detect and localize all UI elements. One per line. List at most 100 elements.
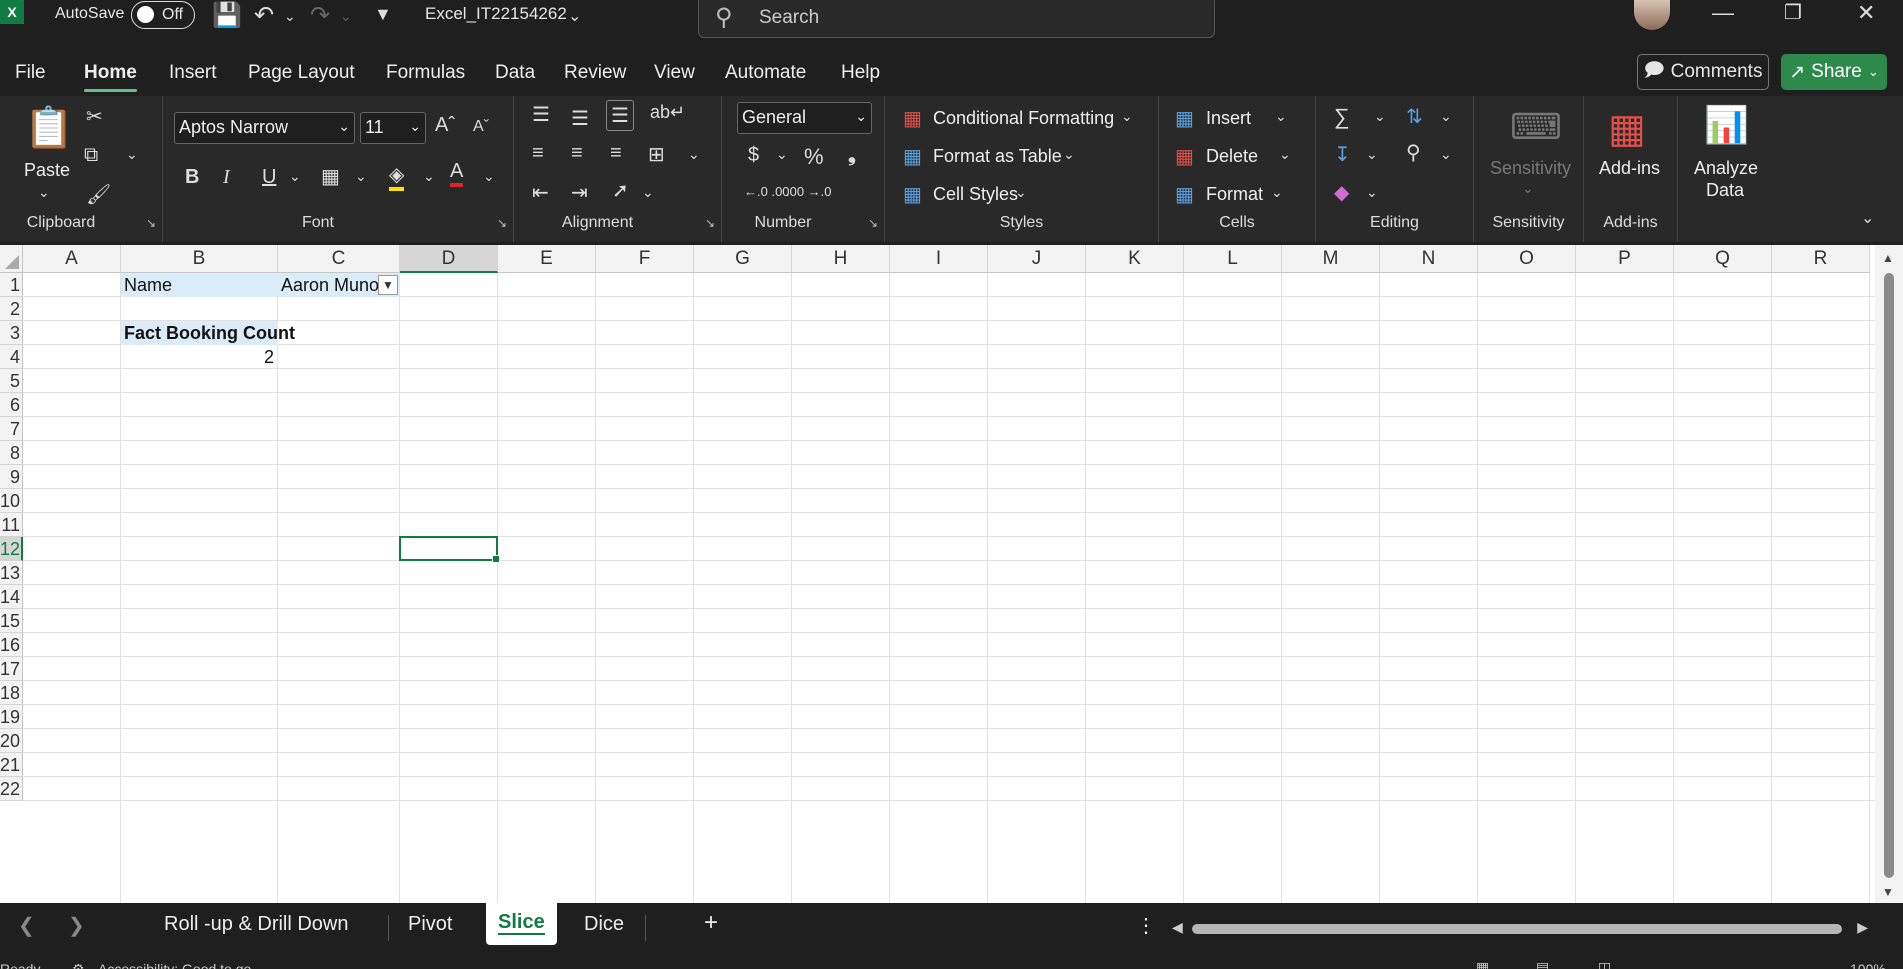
sort-filter-dropdown-icon[interactable]: ⌄ bbox=[1440, 108, 1452, 125]
fill-color-icon[interactable]: ◈ bbox=[389, 162, 405, 191]
percent-button[interactable]: % bbox=[804, 144, 824, 170]
column-header-l[interactable]: L bbox=[1184, 245, 1282, 273]
italic-button[interactable]: I bbox=[223, 166, 230, 189]
menu-view[interactable]: View bbox=[654, 62, 695, 84]
currency-button[interactable]: $ bbox=[748, 144, 759, 167]
delete-cells-button[interactable]: Delete bbox=[1206, 146, 1258, 167]
format-painter-icon[interactable]: 🖌 bbox=[86, 182, 111, 207]
select-all-button[interactable] bbox=[0, 245, 23, 273]
column-header-m[interactable]: M bbox=[1282, 245, 1380, 273]
currency-dropdown-icon[interactable]: ⌄ bbox=[776, 146, 788, 163]
avatar[interactable] bbox=[1634, 0, 1670, 30]
row-header-13[interactable]: 13 bbox=[0, 561, 23, 585]
horizontal-scrollbar[interactable]: ◀ ▶ bbox=[1170, 919, 1870, 937]
worksheet-grid[interactable]: ABCDEFGHIJKLMNOPQR 1 2 3 4 5 6 7 8 9 10 11 12 13 14 15… bbox=[0, 245, 1903, 903]
conditional-formatting-button[interactable]: Conditional Formatting bbox=[933, 108, 1114, 129]
row-header-9[interactable]: 9 bbox=[0, 465, 23, 489]
scroll-up-icon[interactable]: ▲ bbox=[1882, 251, 1894, 265]
accessibility-icon[interactable]: ⚙ bbox=[72, 961, 85, 969]
tab-slice[interactable]: Slice bbox=[486, 903, 557, 945]
row-header-22[interactable]: 22 bbox=[0, 777, 23, 801]
dialog-launcher-icon[interactable]: ↘ bbox=[868, 216, 878, 230]
normal-view-icon[interactable]: ▦ bbox=[1476, 959, 1489, 969]
analyze-data-line2[interactable]: Data bbox=[1706, 180, 1744, 201]
chevron-down-icon[interactable]: ⌄ bbox=[1121, 108, 1133, 125]
clear-icon[interactable]: ◆ bbox=[1334, 180, 1349, 205]
row-header-17[interactable]: 17 bbox=[0, 657, 23, 681]
row-header-16[interactable]: 16 bbox=[0, 633, 23, 657]
row-header-15[interactable]: 15 bbox=[0, 609, 23, 633]
dialog-launcher-icon[interactable]: ↘ bbox=[146, 216, 156, 230]
column-header-e[interactable]: E bbox=[498, 245, 596, 273]
minimize-icon[interactable]: — bbox=[1712, 0, 1734, 26]
find-select-dropdown-icon[interactable]: ⌄ bbox=[1440, 146, 1452, 163]
menu-page-layout[interactable]: Page Layout bbox=[248, 62, 355, 84]
borders-icon[interactable]: ▦ bbox=[321, 164, 340, 189]
share-button[interactable]: ↗ Share ⌄ bbox=[1781, 54, 1887, 90]
increase-font-icon[interactable]: Aˆ bbox=[435, 114, 455, 137]
vertical-scrollbar[interactable]: ▲ ▼ bbox=[1875, 245, 1903, 903]
clear-dropdown-icon[interactable]: ⌄ bbox=[1366, 184, 1378, 201]
row-header-4[interactable]: 4 bbox=[0, 345, 23, 369]
row-header-12[interactable]: 12 bbox=[0, 537, 23, 561]
column-header-r[interactable]: R bbox=[1772, 245, 1870, 273]
column-header-i[interactable]: I bbox=[890, 245, 988, 273]
column-header-j[interactable]: J bbox=[988, 245, 1086, 273]
column-header-p[interactable]: P bbox=[1576, 245, 1674, 273]
column-header-o[interactable]: O bbox=[1478, 245, 1576, 273]
fill-icon[interactable]: ↧ bbox=[1334, 142, 1351, 167]
customize-toolbar-icon[interactable]: ▼ bbox=[374, 4, 392, 25]
undo-icon[interactable]: ↶ bbox=[254, 1, 274, 30]
analyze-data-line1[interactable]: Analyze bbox=[1694, 158, 1758, 179]
menu-review[interactable]: Review bbox=[564, 62, 626, 84]
find-select-icon[interactable]: ⚲ bbox=[1406, 140, 1421, 165]
font-size-combo[interactable]: 11 ⌄ bbox=[360, 112, 426, 144]
filter-icon[interactable]: ▼ bbox=[378, 275, 398, 295]
conditional-formatting-icon[interactable]: ▦ bbox=[903, 106, 922, 131]
more-options-icon[interactable]: ⋮ bbox=[1136, 913, 1156, 938]
menu-help[interactable]: Help bbox=[841, 62, 880, 84]
scroll-left-icon[interactable]: ◀ bbox=[1172, 919, 1183, 936]
column-header-g[interactable]: G bbox=[694, 245, 792, 273]
wrap-text-icon[interactable]: ab↵ bbox=[650, 102, 685, 123]
fill-dropdown-icon[interactable]: ⌄ bbox=[1366, 146, 1378, 163]
tab-pivot[interactable]: Pivot bbox=[408, 913, 452, 936]
menu-data[interactable]: Data bbox=[495, 62, 535, 84]
align-left-icon[interactable]: ≡ bbox=[532, 142, 544, 165]
add-sheet-button[interactable]: + bbox=[704, 909, 718, 937]
font-color-icon[interactable]: A bbox=[450, 160, 464, 187]
merge-dropdown-icon[interactable]: ⌄ bbox=[688, 146, 700, 163]
pivot-value-cell[interactable]: 2 bbox=[121, 345, 278, 369]
tab-next-icon[interactable]: ❯ bbox=[68, 913, 85, 938]
font-color-dropdown-icon[interactable]: ⌄ bbox=[483, 168, 495, 185]
insert-cells-button[interactable]: Insert bbox=[1206, 108, 1251, 129]
decrease-decimal-button[interactable]: .00 →.0 bbox=[786, 184, 832, 199]
row-header-10[interactable]: 10 bbox=[0, 489, 23, 513]
addins-icon[interactable]: ▦ bbox=[1608, 106, 1646, 152]
row-header-6[interactable]: 6 bbox=[0, 393, 23, 417]
file-name[interactable]: Excel_IT22154262 bbox=[425, 4, 567, 24]
analyze-data-icon[interactable]: 📊 bbox=[1704, 104, 1749, 146]
cell-styles-icon[interactable]: ▦ bbox=[903, 182, 922, 207]
zoom-level[interactable]: 100% bbox=[1850, 961, 1886, 969]
cell-styles-button[interactable]: Cell Styles bbox=[933, 184, 1018, 205]
cut-icon[interactable]: ✂ bbox=[86, 104, 103, 129]
tab-dice[interactable]: Dice bbox=[584, 913, 624, 936]
accessibility-status[interactable]: Accessibility: Good to go bbox=[98, 961, 251, 969]
fill-color-dropdown-icon[interactable]: ⌄ bbox=[423, 168, 435, 185]
scrollbar-thumb[interactable] bbox=[1884, 273, 1894, 878]
format-cells-button[interactable]: Format bbox=[1206, 184, 1263, 205]
chevron-down-icon[interactable]: ⌄ bbox=[1271, 184, 1283, 201]
increase-indent-icon[interactable]: ⇥ bbox=[571, 180, 588, 205]
row-header-8[interactable]: 8 bbox=[0, 441, 23, 465]
increase-decimal-button[interactable]: ←.0 .00 bbox=[744, 184, 790, 199]
column-header-b[interactable]: B bbox=[121, 245, 278, 273]
row-header-21[interactable]: 21 bbox=[0, 753, 23, 777]
copy-icon[interactable]: ⧉ bbox=[84, 144, 98, 167]
number-format-combo[interactable]: General ⌄ bbox=[737, 102, 872, 134]
decrease-font-icon[interactable]: Aˇ bbox=[473, 118, 489, 136]
scroll-down-icon[interactable]: ▼ bbox=[1882, 885, 1894, 899]
row-header-3[interactable]: 3 bbox=[0, 321, 23, 345]
menu-home[interactable]: Home bbox=[84, 62, 137, 92]
column-header-f[interactable]: F bbox=[596, 245, 694, 273]
